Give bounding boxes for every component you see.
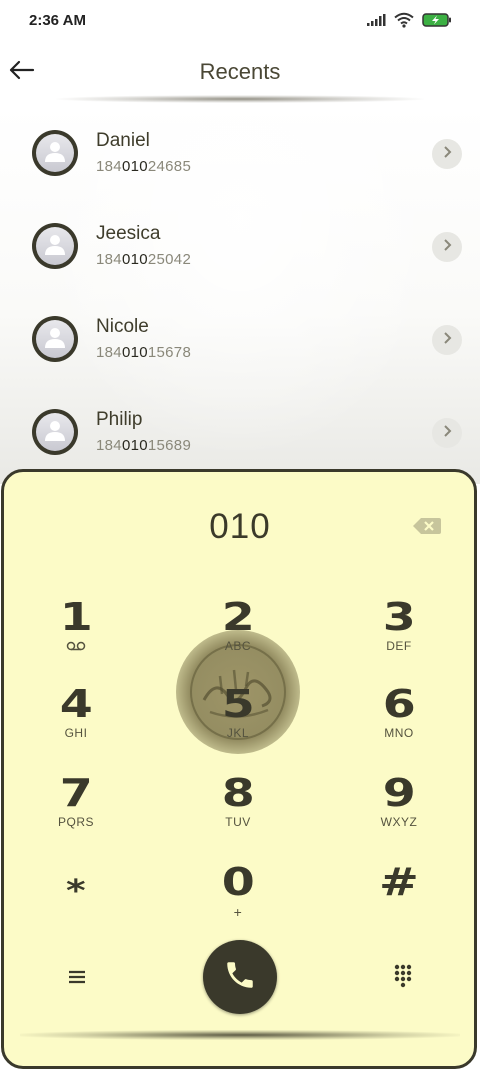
key-letters: TUV bbox=[225, 815, 251, 829]
bottom-divider bbox=[20, 1030, 460, 1040]
key-5[interactable]: 5 JKL bbox=[178, 684, 298, 764]
number-prefix: 184 bbox=[96, 344, 122, 361]
battery-charging-icon bbox=[422, 12, 452, 33]
person-icon bbox=[42, 324, 68, 355]
dialpad-toggle-button[interactable] bbox=[390, 962, 416, 988]
key-digit: 0 bbox=[221, 860, 255, 904]
header-divider bbox=[56, 95, 424, 103]
key-1[interactable]: 1 bbox=[16, 597, 136, 677]
key-digit: 4 bbox=[59, 682, 93, 726]
key-digit: 8 bbox=[221, 771, 255, 815]
contact-number: 18401015689 bbox=[96, 437, 191, 454]
contact-detail-button[interactable] bbox=[432, 139, 462, 169]
key-digit: 1 bbox=[59, 595, 93, 639]
key-4[interactable]: 4 GHI bbox=[16, 684, 136, 764]
key-letters: DEF bbox=[386, 639, 412, 653]
signal-icon bbox=[366, 13, 386, 32]
backspace-icon bbox=[412, 518, 442, 541]
contact-detail-button[interactable] bbox=[432, 418, 462, 448]
key-letters: + bbox=[233, 904, 243, 920]
contact-number: 18401024685 bbox=[96, 158, 191, 175]
key-letters: GHI bbox=[64, 726, 88, 740]
list-item[interactable]: Daniel 18401024685 bbox=[0, 110, 480, 203]
key-0[interactable]: 0 + bbox=[178, 862, 298, 942]
key-3[interactable]: 3 DEF bbox=[339, 597, 459, 677]
backspace-button[interactable] bbox=[412, 515, 442, 537]
header: Recents bbox=[0, 44, 480, 100]
menu-icon bbox=[64, 970, 90, 994]
key-2[interactable]: 2 ABC bbox=[178, 597, 298, 677]
number-suffix: 15689 bbox=[147, 437, 192, 454]
wifi-icon bbox=[394, 12, 414, 33]
number-match: 010 bbox=[121, 437, 148, 454]
key-digit: 2 bbox=[221, 595, 255, 639]
key-9[interactable]: 9 WXYZ bbox=[339, 773, 459, 853]
key-letters: JKL bbox=[226, 726, 250, 740]
person-icon bbox=[42, 231, 68, 262]
number-suffix: 24685 bbox=[147, 158, 192, 175]
number-prefix: 184 bbox=[96, 251, 122, 268]
number-match: 010 bbox=[121, 344, 148, 361]
contact-name: Jeesica bbox=[96, 223, 161, 244]
contact-number: 18401015678 bbox=[96, 344, 191, 361]
status-icons bbox=[366, 12, 452, 33]
chevron-right-icon bbox=[441, 331, 453, 350]
phone-icon bbox=[223, 958, 257, 997]
number-suffix: 15678 bbox=[147, 344, 192, 361]
key-digit: # bbox=[379, 860, 419, 904]
contact-detail-button[interactable] bbox=[432, 232, 462, 262]
page-title: Recents bbox=[199, 59, 281, 84]
key-6[interactable]: 6 MNO bbox=[339, 684, 459, 764]
avatar bbox=[32, 130, 78, 176]
key-digit: 3 bbox=[382, 595, 416, 639]
dialer-bottom-row bbox=[0, 940, 480, 1016]
avatar bbox=[32, 223, 78, 269]
list-item[interactable]: Jeesica 18401025042 bbox=[0, 203, 480, 296]
voicemail-icon bbox=[66, 638, 86, 656]
person-icon bbox=[42, 138, 68, 169]
number-suffix: 25042 bbox=[147, 251, 192, 268]
call-button[interactable] bbox=[203, 940, 277, 1014]
status-time: 2:36 AM bbox=[29, 12, 86, 29]
key-7[interactable]: 7 PQRS bbox=[16, 773, 136, 853]
menu-button[interactable] bbox=[64, 964, 90, 990]
avatar bbox=[32, 409, 78, 455]
avatar bbox=[32, 316, 78, 362]
key-hash[interactable]: # bbox=[339, 862, 459, 942]
person-icon bbox=[42, 417, 68, 448]
number-match: 010 bbox=[121, 158, 148, 175]
number-prefix: 184 bbox=[96, 437, 122, 454]
chevron-right-icon bbox=[441, 238, 453, 257]
list-item[interactable]: Nicole 18401015678 bbox=[0, 296, 480, 389]
contact-name: Nicole bbox=[96, 316, 149, 337]
chevron-right-icon bbox=[441, 424, 453, 443]
chevron-right-icon bbox=[441, 145, 453, 164]
dial-input[interactable]: 010 bbox=[0, 507, 480, 547]
dialpad-icon bbox=[390, 964, 416, 992]
contact-number: 18401025042 bbox=[96, 251, 191, 268]
key-digit: 6 bbox=[382, 682, 416, 726]
key-digit: 5 bbox=[221, 682, 255, 726]
key-digit: 7 bbox=[59, 771, 93, 815]
key-letters: PQRS bbox=[57, 815, 94, 829]
status-bar: 2:36 AM bbox=[0, 0, 480, 44]
number-match: 010 bbox=[121, 251, 148, 268]
key-digit: 9 bbox=[382, 771, 416, 815]
contact-detail-button[interactable] bbox=[432, 325, 462, 355]
number-prefix: 184 bbox=[96, 158, 122, 175]
key-letters: WXYZ bbox=[380, 815, 418, 829]
contact-name: Philip bbox=[96, 409, 143, 430]
key-letters: MNO bbox=[384, 726, 414, 740]
key-digit: * bbox=[66, 874, 86, 909]
key-8[interactable]: 8 TUV bbox=[178, 773, 298, 853]
contact-name: Daniel bbox=[96, 130, 150, 151]
key-letters: ABC bbox=[224, 639, 252, 653]
